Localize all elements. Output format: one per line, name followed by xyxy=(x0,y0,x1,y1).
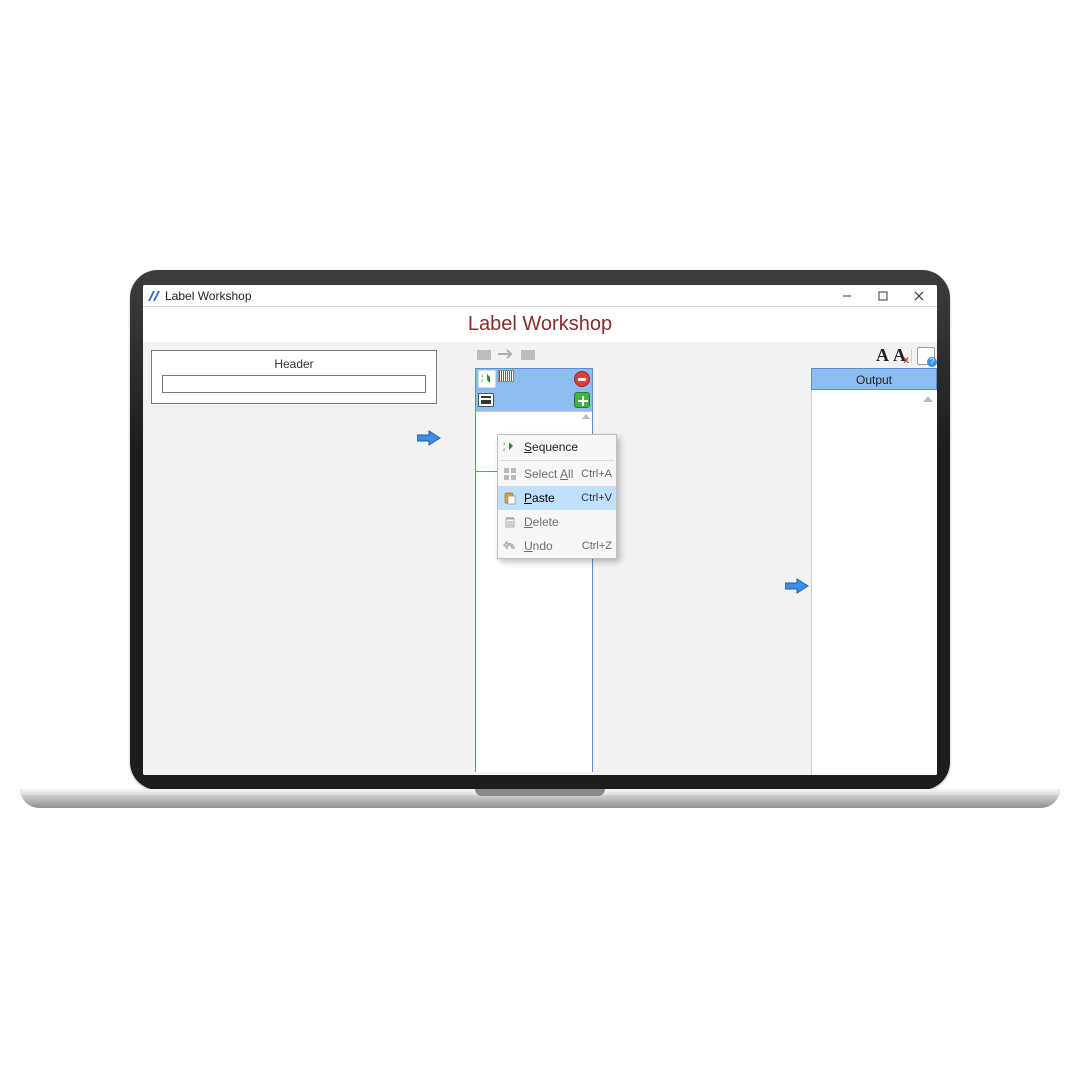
output-list[interactable] xyxy=(811,390,937,775)
toolbar-block2-icon[interactable] xyxy=(521,350,535,360)
header-input[interactable] xyxy=(162,375,426,393)
font-tools: A Ax xyxy=(876,345,935,366)
menu-undo-label: Undo xyxy=(524,539,576,553)
svg-text:2: 2 xyxy=(503,447,506,452)
content-area: A Ax Header xyxy=(143,342,937,775)
menu-sequence-label: Sequence xyxy=(524,440,606,454)
delete-icon xyxy=(502,514,518,530)
laptop-frame: Label Workshop Label Worksho xyxy=(130,270,950,805)
sequence-icon: 1 2 xyxy=(502,439,518,455)
titlebar: Label Workshop xyxy=(143,285,937,307)
barcode-icon[interactable] xyxy=(498,370,514,382)
maximize-button[interactable] xyxy=(865,285,901,306)
help-export-icon[interactable] xyxy=(917,347,935,365)
output-panel: Output xyxy=(811,368,937,775)
font-clear-icon[interactable]: Ax xyxy=(893,345,906,366)
scroll-up-icon[interactable] xyxy=(923,396,933,402)
menu-paste-label: Paste xyxy=(524,491,575,505)
scroll-up-icon[interactable] xyxy=(582,414,590,419)
minimize-button[interactable] xyxy=(829,285,865,306)
arrow-right-icon[interactable] xyxy=(497,348,515,363)
spacer xyxy=(445,342,475,775)
right-spacer xyxy=(599,342,811,775)
laptop-notch-icon xyxy=(475,789,605,796)
app-icon xyxy=(147,289,161,303)
menu-select-all-label: Select All xyxy=(524,467,575,481)
select-all-icon xyxy=(502,466,518,482)
pointer-arrow-left xyxy=(417,430,437,444)
laptop-base xyxy=(20,789,1060,808)
menu-separator xyxy=(500,460,614,461)
svg-text:2: 2 xyxy=(481,378,484,383)
center-column: 1 2 xyxy=(475,342,599,775)
undo-icon xyxy=(502,538,518,554)
center-toolbar xyxy=(475,344,599,366)
webcam-icon xyxy=(537,278,543,284)
app-heading: Label Workshop xyxy=(143,307,937,342)
menu-icon[interactable] xyxy=(478,393,494,407)
pointer-arrow-right xyxy=(785,578,805,592)
close-button[interactable] xyxy=(901,285,937,306)
output-panel-title: Output xyxy=(811,368,937,390)
font-increase-icon[interactable]: A xyxy=(876,345,889,366)
toolbar-block-icon[interactable] xyxy=(477,350,491,360)
paste-icon xyxy=(502,490,518,506)
left-panel: Header xyxy=(143,342,445,775)
svg-text:1: 1 xyxy=(503,441,506,446)
remove-button[interactable] xyxy=(574,371,590,387)
laptop-lid: Label Workshop Label Worksho xyxy=(130,270,950,790)
header-panel: Header xyxy=(151,350,437,404)
window-title: Label Workshop xyxy=(165,289,252,303)
toolbar-divider xyxy=(911,349,912,363)
menu-delete-label: Delete xyxy=(524,515,606,529)
app-window: Label Workshop Label Worksho xyxy=(143,285,937,775)
sequence-config-icon[interactable]: 1 2 xyxy=(478,370,496,388)
add-button[interactable] xyxy=(574,392,590,408)
header-panel-title: Header xyxy=(162,357,426,371)
